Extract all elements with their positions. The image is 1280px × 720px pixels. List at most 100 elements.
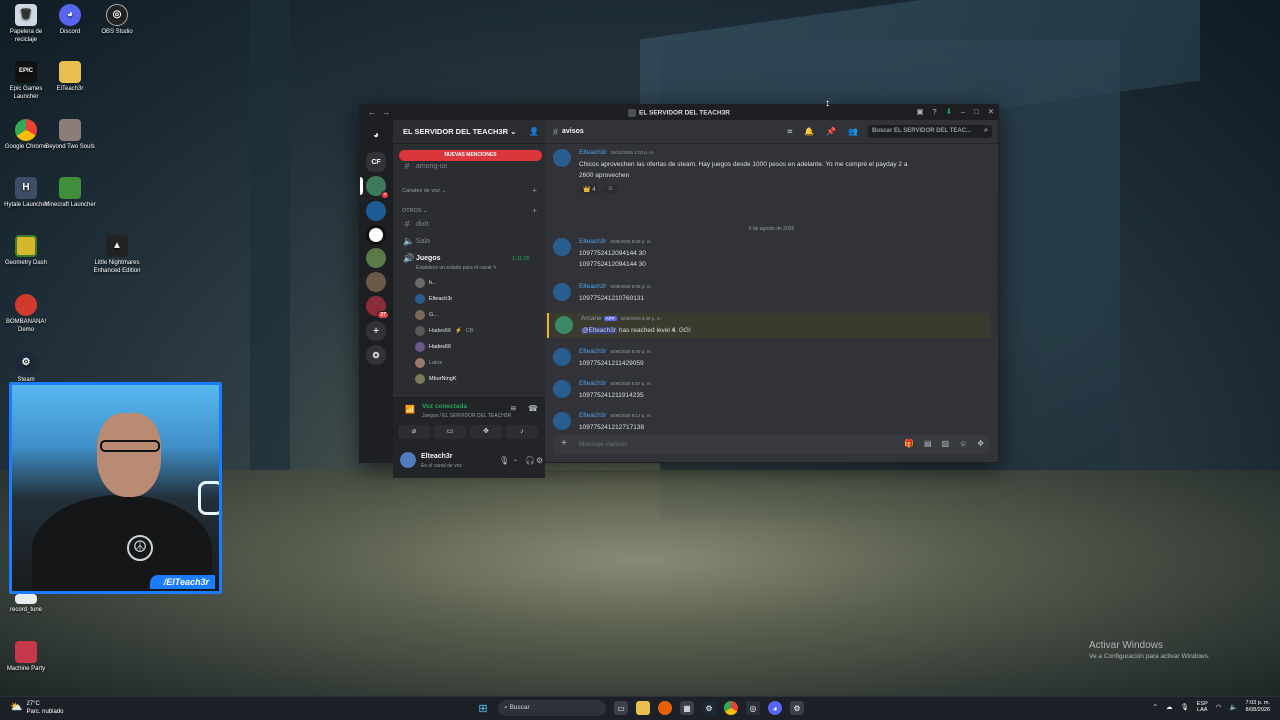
voice-user[interactable]: b... [415,278,437,288]
activities-button[interactable]: ✥ [470,425,502,439]
firefox-icon[interactable] [658,701,672,715]
add-channel-icon[interactable]: + [532,206,537,215]
guild-5[interactable] [366,248,386,268]
message[interactable]: Elteach3r 5/08/2026 8:28 p. m. 1097752412… [553,238,990,272]
voice-user[interactable]: Elteach3r [415,294,452,304]
desktop-icon-little-nightmares[interactable]: ▲ Little Nightmares Enhanced Edition [91,235,143,275]
attach-plus-icon[interactable]: + [561,438,567,449]
channel-juegos[interactable]: 🔊 Juegos [403,253,441,264]
avatar[interactable] [553,380,571,398]
file-explorer-icon[interactable] [636,701,650,715]
avatar[interactable] [555,316,573,334]
screen-share-button[interactable]: ▭ [434,425,466,439]
desktop-icon-geometry-dash[interactable]: Geometry Dash [0,235,52,268]
signal-icon[interactable]: 📶 [405,405,415,414]
message-author[interactable]: Elteach3r 5/08/2026 8:28 p. m. [579,238,652,245]
avatar[interactable] [553,238,571,256]
voice-connected-label[interactable]: Voz conectada [422,403,467,410]
message-author[interactable]: Elteach3r 19/12/2025 1:02 p. m. [579,149,654,156]
explore-icon[interactable]: ✪ [366,345,386,365]
chrome-icon[interactable] [724,701,738,715]
sticker-icon[interactable]: ▧ [942,439,950,448]
discord-titlebar[interactable]: ← → EL SERVIDOR DEL TEACH3R ▣ ? ⬇ – □ ✕ [360,105,998,120]
channel-sala[interactable]: 🔈 Sala [403,236,430,247]
emoji-icon[interactable]: ☺ [959,439,967,448]
message-author[interactable]: Elteach3r 5/08/2026 8:57 p. m. [579,380,652,387]
pin-icon[interactable]: 📌 [826,127,836,137]
minimize-button[interactable]: – [961,107,965,116]
voice-user[interactable]: MburNingK [415,374,457,384]
add-server-icon[interactable]: + [366,321,386,341]
settings-gear-icon[interactable]: ⚙ [790,701,804,715]
guild-4[interactable] [366,225,386,245]
weather-widget[interactable]: ⛅ 27°C Parc. nublado [10,701,63,717]
member-list-icon[interactable]: 👥 [848,127,858,137]
store-icon[interactable]: ▦ [680,701,694,715]
channel-status[interactable]: Establece un estado para el canal ✎ [416,265,497,271]
message[interactable]: Elteach3r 19/12/2025 1:02 p. m. Chicos ap… [553,149,990,197]
volume-icon[interactable]: 🔈 [1229,703,1237,711]
message-highlighted[interactable]: Arcane APP 5/08/2026 8:38 p. m. @Elteach3r… [547,313,990,338]
clock[interactable]: 7:03 p. m. 8/08/2026 [1246,700,1270,714]
taskbar-search[interactable]: ⌕ Buscar [498,700,606,716]
category-voice[interactable]: Canales de voz ⌄ [402,188,446,194]
language-indicator[interactable]: ESP LAA [1197,701,1208,714]
chevron-up-icon[interactable]: ⌃ [1153,703,1158,711]
guild-6[interactable] [366,272,386,292]
reaction-button[interactable]: 👑 4 [579,185,600,194]
discord-home-icon[interactable]: ◕ [366,125,386,145]
desktop-icon-folder[interactable]: ElTeach3r [44,61,96,94]
user-mention[interactable]: @Elteach3r [581,327,618,334]
desktop-icon-steam[interactable]: ⚙ Steam [0,352,52,385]
message-author[interactable]: Arcane APP 5/08/2026 8:38 p. m. [581,315,662,322]
steam-icon[interactable]: ⚙ [702,701,716,715]
desktop-icon-obs[interactable]: ◎ OBS Studio [91,4,143,37]
message-composer[interactable]: + Mensaje #avisos 🎁 ▤ ▧ ☺ ✥ [553,435,990,454]
message[interactable]: Elteach3r 5/08/2026 8:38 p. m. 1097752412… [553,283,990,307]
desktop-icon-record[interactable]: record_tune [0,594,52,615]
add-channel-icon[interactable]: + [532,186,537,195]
guild-3[interactable] [366,201,386,221]
search-input[interactable]: Buscar EL SERVIDOR DEL TEAC... ⌕ [868,125,992,138]
voice-user[interactable]: Lalox [415,358,442,368]
user-name[interactable]: Elteach3r [421,453,453,460]
inbox-icon[interactable]: ▣ [916,107,923,116]
noise-suppression-icon[interactable]: ≋ [510,404,517,413]
network-icon[interactable]: ☁ [1166,703,1173,711]
microphone-icon[interactable]: 🎙 [1180,703,1188,711]
message[interactable]: Elteach3r 5/08/2026 8:49 p. m. 1097752412… [553,348,990,372]
chevron-down-icon[interactable]: ⌄ [513,456,518,463]
avatar[interactable] [553,412,571,430]
message[interactable]: Elteach3r 5/08/2026 9:12 p. m. 1097752412… [553,412,990,436]
channel-dixit[interactable]: # dixit [403,219,428,229]
avatar[interactable] [553,283,571,301]
invite-user-icon[interactable]: 👤 [529,127,539,136]
task-view-icon[interactable]: ▭ [614,701,628,715]
message-author[interactable]: Elteach3r 5/08/2026 8:38 p. m. [579,283,652,290]
voice-user[interactable]: Hades66 ⚡ CB [415,326,474,336]
desktop-icon-beyond[interactable]: Beyond Two Souls [44,119,96,152]
download-icon[interactable]: ⬇ [946,107,952,116]
discord-window[interactable]: ← → EL SERVIDOR DEL TEACH3R ▣ ? ⬇ – □ ✕ … [359,104,999,478]
channel-among-us[interactable]: # among-us [403,161,447,171]
help-icon[interactable]: ? [933,107,937,116]
avatar[interactable] [400,452,416,468]
camera-off-button[interactable]: ⌀ [398,425,430,439]
microphone-icon[interactable]: 🎙 [499,456,509,465]
guild-2[interactable]: • [366,176,389,199]
avatar[interactable] [553,149,571,167]
gif-icon[interactable]: ▤ [924,439,932,448]
message-author[interactable]: Elteach3r 5/08/2026 9:12 p. m. [579,412,652,419]
desktop-icon-minecraft[interactable]: Minecraft Launcher [44,177,96,210]
server-header[interactable]: EL SERVIDOR DEL TEACH3R ⌄ 👤 [393,120,545,144]
soundboard-button[interactable]: ♪ [506,425,538,439]
gift-icon[interactable]: 🎁 [904,439,914,448]
headphones-icon[interactable]: 🎧 [525,456,535,465]
maximize-button[interactable]: □ [974,107,979,116]
discord-icon[interactable]: ◕ [768,701,782,715]
message[interactable]: Elteach3r 5/08/2026 8:57 p. m. 1097752412… [553,380,990,404]
add-reaction-icon[interactable]: ☺ [603,185,618,194]
guild-7[interactable]: 27 [366,296,389,319]
windows-start-icon[interactable]: ⊞ [476,701,490,715]
category-others[interactable]: OTROS ⌄ [402,208,428,214]
